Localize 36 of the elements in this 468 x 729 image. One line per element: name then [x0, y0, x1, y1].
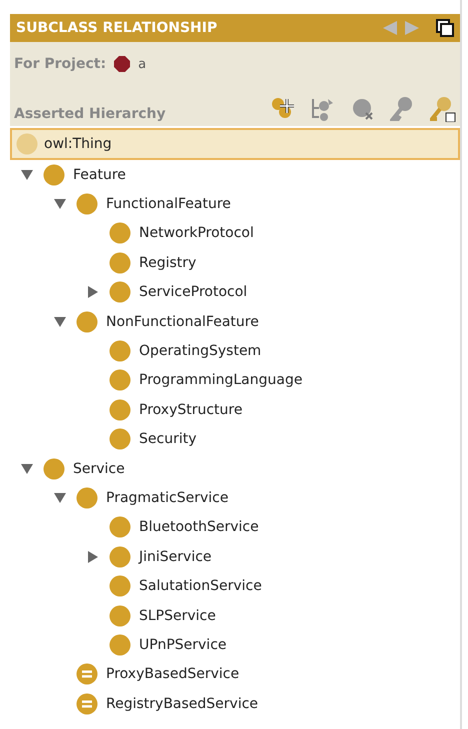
expanded-arrow-icon[interactable]: [20, 168, 32, 181]
class-label[interactable]: NetworkProtocol: [139, 225, 254, 242]
project-label: For Project:: [14, 56, 106, 72]
class-label[interactable]: ProgrammingLanguage: [139, 372, 302, 388]
class-label[interactable]: BluetoothService: [139, 519, 259, 536]
project-name: a: [138, 56, 146, 72]
hierarchy-title: Asserted Hierarchy: [14, 106, 167, 122]
class-label[interactable]: NonFunctionalFeature: [106, 314, 259, 330]
class-label[interactable]: PragmaticService: [106, 490, 228, 506]
class-label[interactable]: Service: [73, 460, 125, 477]
class-label[interactable]: FunctionalFeature: [106, 196, 231, 212]
class-label[interactable]: ProxyStructure: [139, 402, 242, 418]
class-label[interactable]: UPnPService: [139, 636, 226, 653]
collapsed-arrow-icon[interactable]: [86, 286, 98, 298]
class-label[interactable]: ProxyBasedService: [106, 666, 240, 682]
class-label[interactable]: Registry: [139, 254, 196, 271]
class-label[interactable]: ServiceProtocol: [139, 284, 248, 300]
class-label[interactable]: JiniService: [139, 548, 212, 565]
class-label[interactable]: SLPService: [139, 608, 216, 624]
class-label[interactable]: OperatingSystem: [139, 343, 262, 360]
collapsed-arrow-icon[interactable]: [86, 550, 98, 563]
window-restore-icon[interactable]: [436, 19, 454, 37]
class-label[interactable]: RegistryBasedService: [106, 696, 258, 712]
class-label: owl:Thing: [44, 136, 112, 152]
key-icon[interactable]: [430, 96, 456, 122]
project-icon: [114, 56, 130, 72]
class-label[interactable]: Feature: [73, 166, 126, 183]
class-label[interactable]: SalutationService: [139, 578, 262, 594]
class-label[interactable]: Security: [139, 431, 196, 448]
root-class-row[interactable]: owl:Thing: [10, 128, 460, 160]
expanded-arrow-icon[interactable]: [20, 462, 32, 475]
expanded-arrow-icon[interactable]: [54, 492, 66, 504]
class-icon: [16, 133, 38, 155]
expanded-arrow-icon[interactable]: [54, 198, 66, 210]
panel-title: SUBCLASS RELATIONSHIP: [16, 20, 218, 36]
expanded-arrow-icon[interactable]: [54, 316, 66, 328]
